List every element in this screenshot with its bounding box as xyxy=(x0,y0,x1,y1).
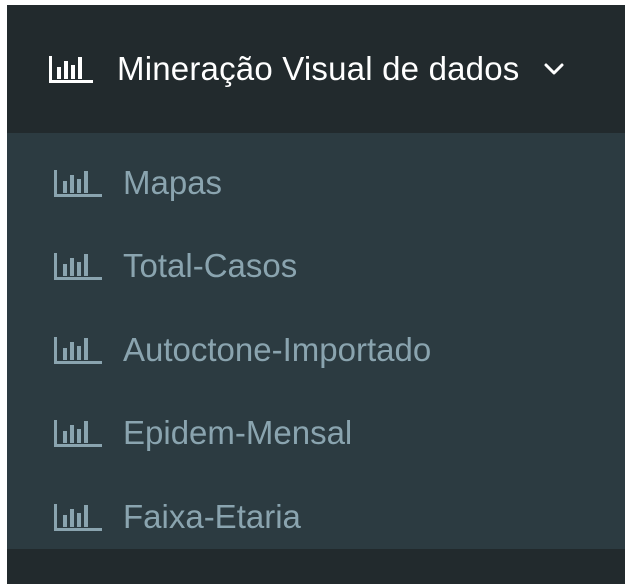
submenu-item-autoctone-importado[interactable]: Autoctone-Importado xyxy=(7,308,625,392)
sidebar-footer xyxy=(7,549,625,584)
submenu-item-label: Autoctone-Importado xyxy=(123,331,432,368)
submenu-item-mapas[interactable]: Mapas xyxy=(7,141,625,225)
submenu-item-epidem-mensal[interactable]: Epidem-Mensal xyxy=(7,391,625,475)
sidebar-menu: Mineração Visual de dados Mapas Total-Ca… xyxy=(7,5,625,584)
bar-chart-icon xyxy=(53,502,103,532)
submenu-item-faixa-etaria[interactable]: Faixa-Etaria xyxy=(7,475,625,559)
submenu-list: Mapas Total-Casos Autoctone-Importado Ep… xyxy=(7,133,625,549)
submenu-item-label: Mapas xyxy=(123,164,223,201)
submenu-item-label: Total-Casos xyxy=(123,247,298,284)
bar-chart-icon xyxy=(53,168,103,198)
menu-header-title: Mineração Visual de dados xyxy=(117,50,520,87)
chevron-down-icon[interactable] xyxy=(543,58,565,80)
menu-header-mineracao-visual[interactable]: Mineração Visual de dados xyxy=(7,5,625,133)
submenu-item-label: Faixa-Etaria xyxy=(123,498,301,535)
submenu-item-total-casos[interactable]: Total-Casos xyxy=(7,224,625,308)
bar-chart-icon xyxy=(53,418,103,448)
bar-chart-icon xyxy=(53,335,103,365)
bar-chart-icon xyxy=(48,54,94,84)
submenu-item-label: Epidem-Mensal xyxy=(123,414,353,451)
bar-chart-icon xyxy=(53,251,103,281)
